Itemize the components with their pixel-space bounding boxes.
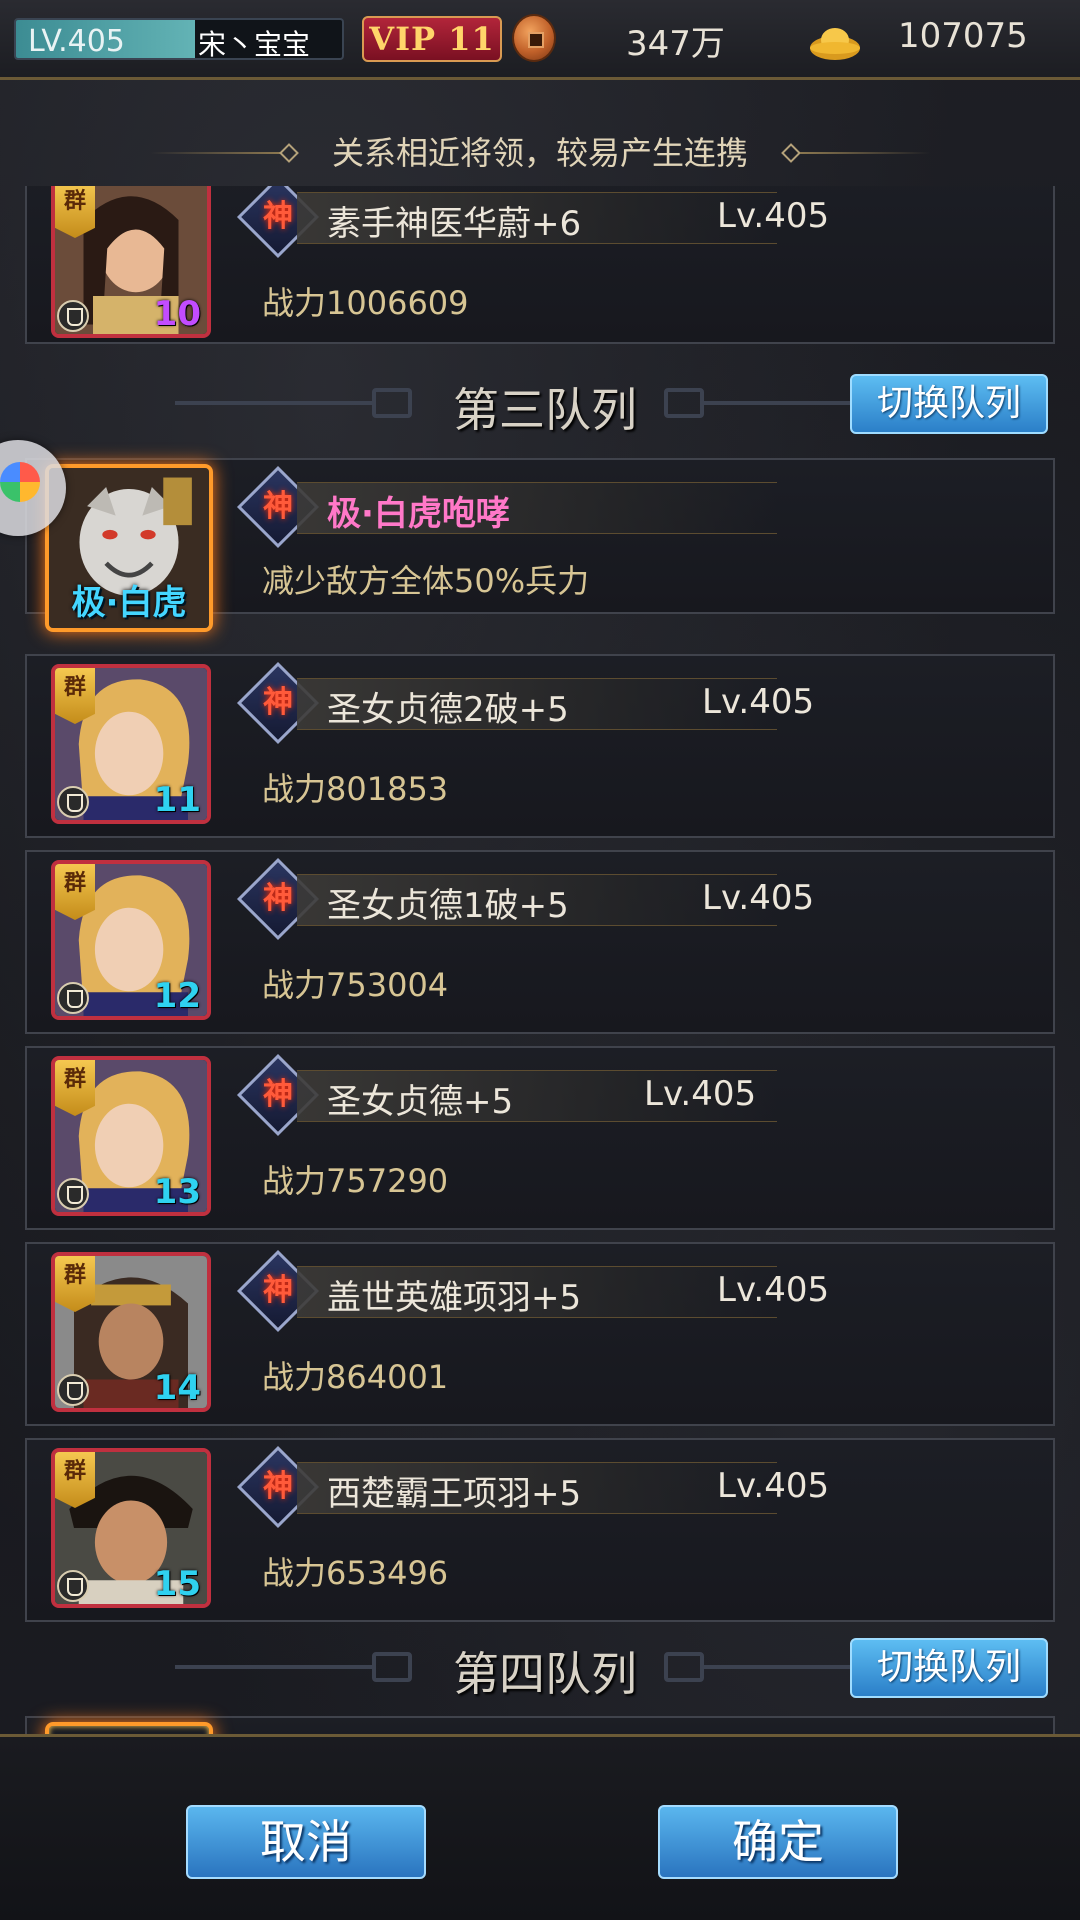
- hero-level: Lv.405: [717, 1466, 830, 1506]
- section-divider: [700, 401, 850, 405]
- hero-level: Lv.405: [702, 682, 815, 722]
- hero-name: 圣女贞德2破+5: [327, 690, 569, 730]
- god-rank-char: 神: [263, 685, 293, 720]
- slot-number: 12: [153, 976, 201, 1016]
- hero-name: 盖世英雄项羽+5: [327, 1278, 582, 1318]
- hero-power: 战力1006609: [262, 284, 469, 322]
- hero-card[interactable]: 群 10 神 素手神医华蔚+6 Lv.405 战力1006609: [25, 186, 1055, 344]
- hero-power: 战力801853: [262, 770, 449, 808]
- bow-role-icon: [57, 786, 89, 818]
- gold-amount: 107075: [898, 16, 1028, 56]
- faction-badge: 群: [55, 186, 95, 238]
- god-rank-char: 神: [263, 1469, 293, 1504]
- beast-skill-description: 减少敌方全体50%兵力: [262, 562, 590, 600]
- section-divider: [700, 1665, 850, 1669]
- faction-badge: 群: [55, 1256, 95, 1312]
- section-header-3: 第三队列 切换队列: [0, 368, 1080, 438]
- level-bar: LV.405 宋丶宝宝: [14, 18, 344, 60]
- horse-role-icon: [57, 1570, 89, 1602]
- legend-beast-card[interactable]: [25, 1716, 1055, 1734]
- copper-amount: 347万: [626, 24, 725, 64]
- beast-portrait[interactable]: 极·白虎: [45, 464, 213, 632]
- god-rank-char: 神: [263, 489, 293, 524]
- slot-number: 15: [153, 1564, 201, 1604]
- god-rank-char: 神: [263, 199, 293, 234]
- hero-card[interactable]: 群 11 神 圣女贞德2破+5 Lv.405 战力801853: [25, 654, 1055, 838]
- copper-coin-icon: [512, 14, 556, 62]
- status-bar: LV.405 宋丶宝宝 VIP 11 347万 107075: [0, 0, 1080, 80]
- switch-formation-button[interactable]: 切换队列: [850, 1638, 1048, 1698]
- hero-power: 战力757290: [262, 1162, 449, 1200]
- hero-portrait[interactable]: 群 15: [51, 1448, 211, 1608]
- hero-portrait[interactable]: 群 11: [51, 664, 211, 824]
- bow-role-icon: [57, 982, 89, 1014]
- hero-portrait[interactable]: 群 14: [51, 1252, 211, 1412]
- player-name: 宋丶宝宝: [198, 28, 311, 60]
- hero-card[interactable]: 群 13 神 圣女贞德+5 Lv.405 战力757290: [25, 1046, 1055, 1230]
- hero-portrait[interactable]: 群 13: [51, 1056, 211, 1216]
- section-header-4: 第四队列 切换队列: [0, 1632, 1080, 1702]
- hint-divider-right: [800, 152, 930, 154]
- slot-number: 10: [153, 294, 201, 334]
- vip-badge[interactable]: VIP 11: [362, 16, 502, 62]
- legend-beast-card[interactable]: 极·白虎 神 极·白虎咆哮 减少敌方全体50%兵力: [25, 458, 1055, 632]
- hero-level: Lv.405: [702, 878, 815, 918]
- god-rank-char: 神: [263, 1273, 293, 1308]
- hero-name: 素手神医华蔚+6: [327, 204, 582, 244]
- hero-level: Lv.405: [717, 1270, 830, 1310]
- hero-power: 战力653496: [262, 1554, 449, 1592]
- level-text: LV.405: [28, 24, 125, 59]
- hero-name: 西楚霸王项羽+5: [327, 1474, 582, 1514]
- hero-card[interactable]: 群 12 神 圣女贞德1破+5 Lv.405 战力753004: [25, 850, 1055, 1034]
- hero-portrait[interactable]: 群 12: [51, 860, 211, 1020]
- hero-portrait[interactable]: 群 10: [51, 186, 211, 338]
- hero-level: Lv.405: [717, 196, 830, 236]
- section-knot-right: [664, 1652, 704, 1682]
- switch-formation-button[interactable]: 切换队列: [850, 374, 1048, 434]
- faction-badge: 群: [55, 864, 95, 920]
- beast-skill-name: 极·白虎咆哮: [327, 494, 510, 534]
- faction-badge: 群: [55, 1452, 95, 1508]
- god-rank-char: 神: [263, 881, 293, 916]
- section-knot-right: [664, 388, 704, 418]
- cancel-button[interactable]: 取消: [186, 1805, 426, 1879]
- hero-power: 战力864001: [262, 1358, 449, 1396]
- hero-name: 圣女贞德1破+5: [327, 886, 569, 926]
- beast-portrait[interactable]: [45, 1722, 213, 1734]
- beast-label: 极·白虎: [71, 583, 187, 623]
- bow-role-icon: [57, 1178, 89, 1210]
- hero-name: 圣女贞德+5: [327, 1082, 514, 1122]
- god-rank-char: 神: [263, 1077, 293, 1112]
- faction-badge: 群: [55, 668, 95, 724]
- slot-number: 11: [153, 780, 201, 820]
- slot-number: 13: [153, 1172, 201, 1212]
- shield-role-icon: [57, 300, 89, 332]
- hero-card[interactable]: 群 15 神 西楚霸王项羽+5 Lv.405 战力653496: [25, 1438, 1055, 1622]
- slot-number: 14: [153, 1368, 201, 1408]
- hero-power: 战力753004: [262, 966, 449, 1004]
- confirm-button[interactable]: 确定: [658, 1805, 898, 1879]
- hero-card[interactable]: 群 14 神 盖世英雄项羽+5 Lv.405 战力864001: [25, 1242, 1055, 1426]
- horse-role-icon: [57, 1374, 89, 1406]
- hero-level: Lv.405: [644, 1074, 757, 1114]
- hint-text: 关系相近将领，较易产生连携: [331, 134, 748, 172]
- bottom-action-bar: 取消 确定: [0, 1734, 1080, 1920]
- faction-badge: 群: [55, 1060, 95, 1116]
- formation-list[interactable]: 群 10 神 素手神医华蔚+6 Lv.405 战力1006609 第三队列 切换…: [0, 186, 1080, 1734]
- gold-ingot-icon: [810, 28, 860, 60]
